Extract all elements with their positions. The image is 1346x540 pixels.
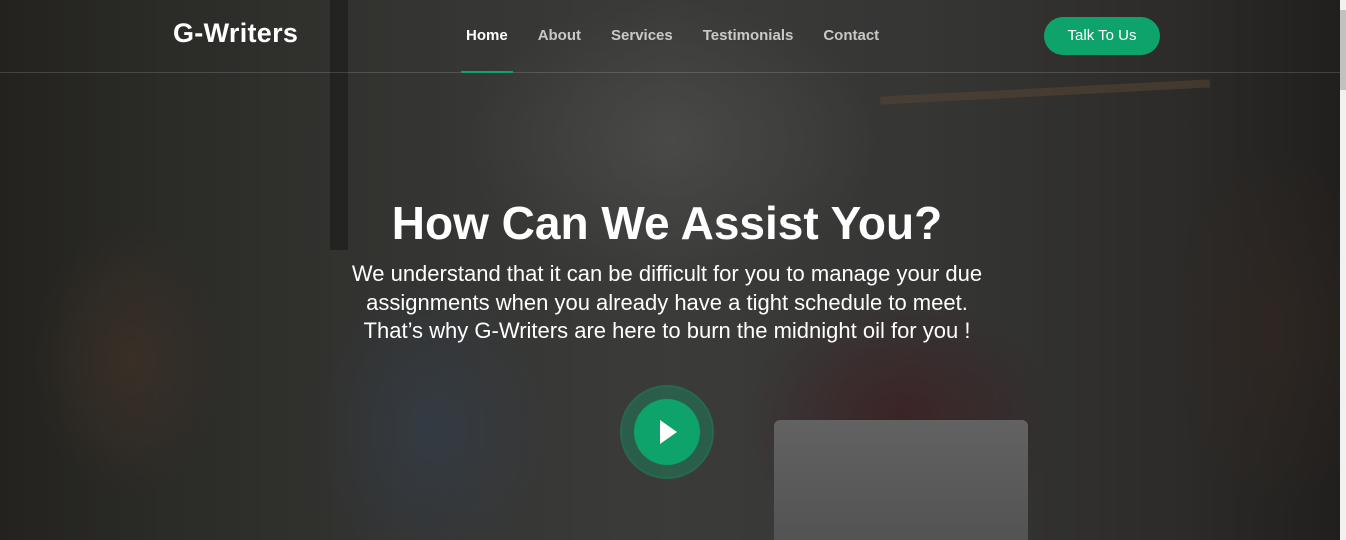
play-icon xyxy=(660,420,677,444)
nav-item-contact[interactable]: Contact xyxy=(808,0,894,72)
nav-item-services[interactable]: Services xyxy=(596,0,688,72)
hero-description: We understand that it can be difficult f… xyxy=(270,260,1064,346)
talk-to-us-button[interactable]: Talk To Us xyxy=(1044,17,1160,55)
site-logo[interactable]: G-Writers xyxy=(173,18,298,49)
play-button-circle[interactable] xyxy=(634,399,700,465)
hero-description-line: That’s why G-Writers are here to burn th… xyxy=(363,318,971,343)
hero-title: How Can We Assist You? xyxy=(391,197,943,249)
top-navbar: G-Writers Home About Services Testimonia… xyxy=(0,0,1340,73)
main-nav: Home About Services Testimonials Contact xyxy=(451,0,894,73)
nav-item-about[interactable]: About xyxy=(523,0,596,72)
hero-description-line: We understand that it can be difficult f… xyxy=(351,261,983,286)
nav-item-home[interactable]: Home xyxy=(451,0,523,73)
page-scrollbar[interactable] xyxy=(1340,0,1346,540)
nav-item-testimonials[interactable]: Testimonials xyxy=(688,0,809,72)
scrollbar-thumb[interactable] xyxy=(1340,10,1346,90)
hero-description-line: assignments when you already have a tigh… xyxy=(366,289,968,315)
play-video-button[interactable] xyxy=(622,387,712,477)
